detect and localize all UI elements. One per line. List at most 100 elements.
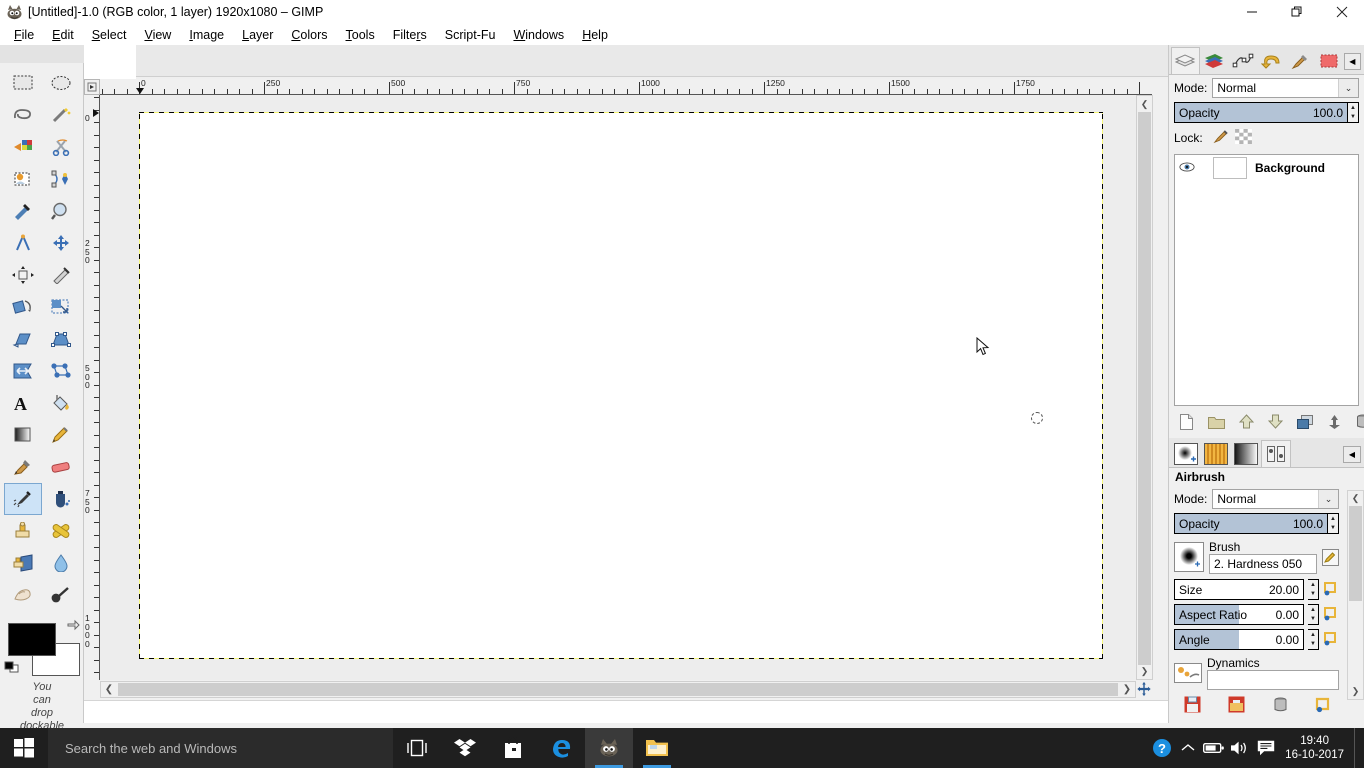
show-desktop-button[interactable]	[1354, 728, 1360, 768]
duplicate-layer-icon[interactable]	[1297, 414, 1313, 432]
patterns-tab[interactable]	[1315, 47, 1344, 74]
menu-edit[interactable]: Edit	[43, 26, 83, 44]
dodge-burn-tool[interactable]	[42, 579, 80, 611]
horizontal-ruler[interactable]: 0 250 500 750 1000 1250 1500 1750	[100, 79, 1152, 95]
rotate-tool[interactable]	[4, 291, 42, 323]
tool-options-tab[interactable]	[1261, 440, 1291, 467]
menu-help[interactable]: Help	[573, 26, 617, 44]
rect-select-tool[interactable]	[4, 67, 42, 99]
dynamics-preview[interactable]	[1174, 663, 1202, 683]
delete-layer-icon[interactable]	[1356, 414, 1364, 432]
vertical-scroll-thumb[interactable]	[1138, 112, 1151, 665]
scroll-left-icon[interactable]: ❮	[101, 682, 117, 697]
ink-tool[interactable]	[42, 483, 80, 515]
aspect-ratio-slider[interactable]: Aspect Ratio 0.00	[1174, 604, 1304, 625]
gimp-icon[interactable]	[585, 728, 633, 768]
paths-tab[interactable]	[1229, 47, 1258, 74]
scroll-up-icon[interactable]: ❮	[1348, 491, 1363, 506]
smudge-tool[interactable]	[4, 579, 42, 611]
minimize-button[interactable]	[1229, 0, 1274, 24]
blur-sharpen-tool[interactable]	[42, 547, 80, 579]
airbrush-tool[interactable]	[4, 483, 42, 515]
horizontal-scrollbar[interactable]: ❮ ❯	[100, 681, 1136, 698]
dynamics-value[interactable]	[1207, 670, 1339, 690]
menu-tools[interactable]: Tools	[337, 26, 384, 44]
foreground-select-tool[interactable]	[4, 163, 42, 195]
eraser-tool[interactable]	[42, 451, 80, 483]
volume-icon[interactable]	[1227, 728, 1253, 768]
vertical-scrollbar[interactable]: ❮ ❯	[1136, 95, 1153, 680]
chevron-down-icon[interactable]: ⌄	[1318, 490, 1338, 508]
canvas-viewport[interactable]	[100, 95, 1152, 680]
show-hidden-icons-icon[interactable]	[1175, 728, 1201, 768]
paint-opacity-stepper[interactable]: ▲ ▼	[1328, 513, 1339, 534]
layers-list[interactable]: Background	[1174, 154, 1359, 406]
tool-options-scroll-thumb[interactable]	[1349, 506, 1362, 601]
size-slider[interactable]: Size 20.00	[1174, 579, 1304, 600]
new-layer-group-icon[interactable]	[1208, 415, 1225, 432]
file-explorer-icon[interactable]	[633, 728, 681, 768]
anchor-layer-icon[interactable]	[1327, 414, 1342, 432]
save-options-icon[interactable]	[1184, 696, 1201, 716]
cage-transform-tool[interactable]	[42, 355, 80, 387]
menu-layer[interactable]: Layer	[233, 26, 282, 44]
help-icon[interactable]: ?	[1149, 728, 1175, 768]
measure-tool[interactable]	[4, 227, 42, 259]
horizontal-scroll-thumb[interactable]	[118, 683, 1118, 696]
clone-tool[interactable]	[4, 515, 42, 547]
lock-pixels-icon[interactable]	[1212, 129, 1229, 147]
paths-tool[interactable]	[42, 163, 80, 195]
raise-layer-icon[interactable]	[1238, 414, 1255, 432]
select-by-color-tool[interactable]	[4, 131, 42, 163]
free-select-tool[interactable]	[4, 99, 42, 131]
brushes-palette-tab[interactable]	[1171, 440, 1201, 467]
undo-history-tab[interactable]	[1257, 47, 1286, 74]
image-tab-untitled[interactable]	[84, 45, 136, 79]
menu-filters[interactable]: Filters	[384, 26, 436, 44]
perspective-tool[interactable]	[42, 323, 80, 355]
reset-options-icon[interactable]	[1315, 696, 1332, 716]
flip-tool[interactable]	[4, 355, 42, 387]
search-input[interactable]: Search the web and Windows	[48, 728, 393, 768]
restore-options-icon[interactable]	[1228, 696, 1245, 716]
aspect-ratio-stepper[interactable]: ▲ ▼	[1308, 604, 1319, 625]
menu-file[interactable]: File	[5, 26, 43, 44]
crop-tool[interactable]	[42, 259, 80, 291]
close-button[interactable]	[1319, 0, 1364, 24]
new-layer-icon[interactable]	[1179, 413, 1194, 433]
chevron-down-icon[interactable]: ⌄	[1338, 79, 1358, 97]
paint-opacity-slider[interactable]: Opacity 100.0	[1174, 513, 1328, 534]
size-stepper[interactable]: ▲ ▼	[1308, 579, 1319, 600]
layers-dock-collapse-button[interactable]: ◀	[1343, 53, 1362, 70]
alignment-tool[interactable]	[4, 259, 42, 291]
reset-size-icon[interactable]	[1323, 580, 1339, 599]
scroll-down-icon[interactable]: ❯	[1137, 663, 1152, 679]
bucket-fill-tool[interactable]	[42, 387, 80, 419]
layer-opacity-slider[interactable]: Opacity 100.0	[1174, 102, 1348, 123]
foreground-color-swatch[interactable]	[8, 623, 56, 656]
angle-stepper[interactable]: ▲ ▼	[1308, 629, 1319, 650]
scale-tool[interactable]	[42, 291, 80, 323]
task-view-icon[interactable]	[393, 728, 441, 768]
dropbox-icon[interactable]	[441, 728, 489, 768]
brush-preview[interactable]	[1174, 542, 1204, 572]
patterns-palette-tab[interactable]	[1201, 440, 1231, 467]
delete-options-icon[interactable]	[1273, 697, 1288, 716]
maximize-restore-button[interactable]	[1274, 0, 1319, 24]
gradient-tool[interactable]	[4, 419, 42, 451]
edit-brush-icon[interactable]	[1322, 548, 1339, 566]
action-center-icon[interactable]	[1253, 728, 1279, 768]
ellipse-select-tool[interactable]	[42, 67, 80, 99]
menu-view[interactable]: View	[135, 26, 180, 44]
ruler-origin-button[interactable]	[84, 79, 100, 95]
layer-opacity-stepper[interactable]: ▲ ▼	[1348, 102, 1359, 123]
menu-select[interactable]: Select	[83, 26, 136, 44]
angle-slider[interactable]: Angle 0.00	[1174, 629, 1304, 650]
tool-options-collapse-button[interactable]: ◀	[1343, 446, 1361, 463]
perspective-clone-tool[interactable]	[4, 547, 42, 579]
pencil-tool[interactable]	[42, 419, 80, 451]
swap-colors-icon[interactable]	[66, 619, 80, 631]
reset-angle-icon[interactable]	[1323, 630, 1339, 649]
layer-row-background[interactable]: Background	[1175, 155, 1358, 181]
layers-tab[interactable]	[1171, 47, 1200, 74]
